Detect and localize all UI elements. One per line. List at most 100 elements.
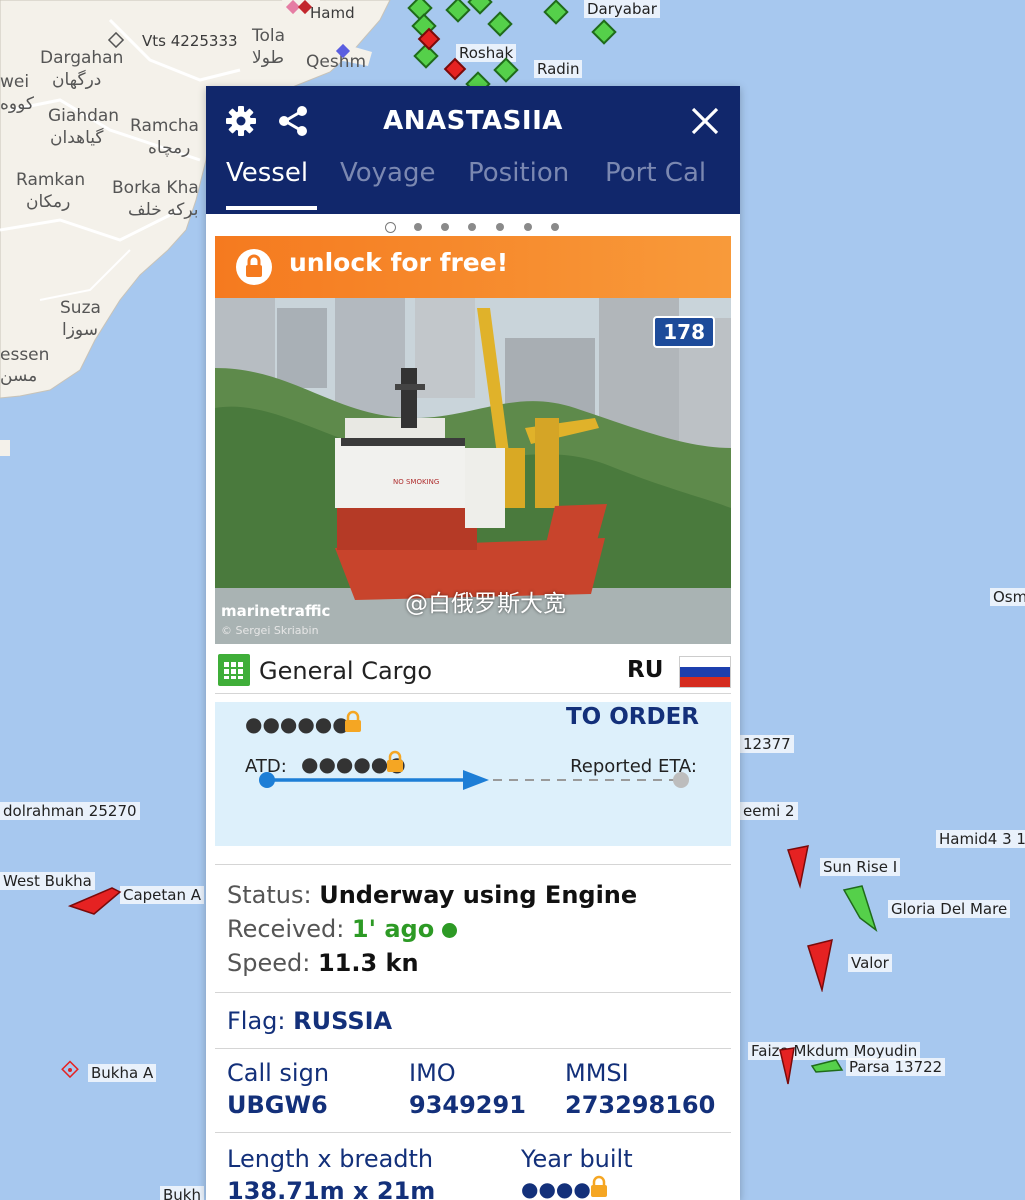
online-status-icon [441, 922, 457, 938]
map-label-ramcha: Ramcha [130, 116, 199, 136]
map-label-essen-fa: مسن [0, 366, 38, 386]
received-label: Received: [227, 915, 345, 943]
length-breadth-value: 138.71m x 21m [227, 1177, 436, 1200]
map-label-borka: Borka Kha [112, 178, 199, 198]
vessel-marker-valor[interactable] [804, 938, 838, 992]
active-tab-indicator [226, 206, 317, 210]
map-label-giahdan: Giahdan [48, 106, 120, 126]
speed-row: Speed: 11.3 kn [227, 949, 419, 977]
flag-row: Flag: RUSSIA [227, 1007, 392, 1035]
tab-voyage[interactable]: Voyage [340, 158, 436, 188]
panel-header: ANASTASIIA Vessel Voyage Position Port C… [206, 86, 740, 214]
photo-brand: marinetraffic [221, 602, 331, 620]
carousel-dot[interactable] [414, 223, 422, 231]
voyage-summary[interactable]: ●●●●●● TO ORDER ATD: ●●●●●● Reported ETA… [215, 702, 731, 846]
vessel-label-capetan[interactable]: Capetan A [120, 886, 205, 904]
carousel-dots [206, 220, 740, 234]
vessel-label-12377[interactable]: 12377 [740, 735, 794, 753]
photo-credit: © Sergei Skriabin [221, 624, 319, 637]
vessel-photo[interactable]: NO SMOKING 178 marinetraffic © Sergei Sk… [215, 298, 731, 644]
departure-port-masked: ●●●●●● [245, 712, 350, 736]
tab-port-calls[interactable]: Port Cal [605, 158, 706, 188]
voyage-progress [259, 770, 689, 790]
map-label-vts: Vts 4225333 [142, 32, 238, 50]
status-label: Status: [227, 881, 312, 909]
map-label-giahdan-fa: گیاهدان [50, 128, 104, 148]
speed-label: Speed: [227, 949, 311, 977]
vessel-label-hamid4[interactable]: Hamid4 3 1 [936, 830, 1025, 848]
vessel-marker-gloria[interactable] [840, 884, 880, 934]
vessel-label-parsa[interactable]: Parsa 13722 [846, 1058, 946, 1076]
identifiers-section: Call sign UBGW6 IMO 9349291 MMSI 2732981… [215, 1048, 731, 1132]
vessel-label-gloria[interactable]: Gloria Del Mare [888, 900, 1011, 918]
carousel-dot[interactable] [441, 223, 449, 231]
carousel-dot[interactable] [385, 222, 396, 233]
lock-icon[interactable] [343, 710, 363, 738]
vessel-label-bukh[interactable]: Bukh [160, 1186, 204, 1200]
mmsi-value: 273298160 [565, 1091, 716, 1119]
vessel-label-sunrise[interactable]: Sun Rise I [820, 858, 901, 876]
lock-icon[interactable] [589, 1175, 609, 1200]
map-label-wei-fa: کووه [0, 94, 34, 114]
photo-watermark: @白俄罗斯大宽 [405, 591, 566, 617]
tab-vessel[interactable]: Vessel [226, 158, 308, 188]
vessel-label-osm[interactable]: Osm [990, 588, 1025, 606]
vessel-label-eemi2[interactable]: eemi 2 [740, 802, 798, 820]
received-value: 1' ago [351, 915, 435, 943]
status-section: Status: Underway using Engine Received: … [215, 864, 731, 994]
map-label-tola: Tola [252, 26, 286, 46]
vessel-type-row: General Cargo RU [215, 644, 731, 694]
flag-russia-icon [679, 656, 731, 688]
vessel-markers-north[interactable] [406, 0, 646, 96]
vessel-label-valor[interactable]: Valor [848, 954, 892, 972]
map-label-dargahan-fa: درگهان [52, 70, 102, 90]
dimensions-section: Length x breadth 138.71m x 21m Year buil… [215, 1132, 731, 1200]
map-label-wei: wei [0, 72, 30, 92]
carousel-dot[interactable] [551, 223, 559, 231]
flag-section: Flag: RUSSIA [215, 992, 731, 1048]
destination-label: TO ORDER [565, 704, 699, 730]
imo-value: 9349291 [409, 1091, 526, 1119]
map-label-ramkan: Ramkan [16, 170, 86, 190]
carousel-dot[interactable] [496, 223, 504, 231]
vessel-type-label: General Cargo [259, 657, 433, 685]
map-label-essen: essen [0, 345, 50, 365]
length-breadth-label: Length x breadth [227, 1145, 434, 1173]
call-sign-value: UBGW6 [227, 1091, 328, 1119]
map-label-ramcha-fa: رمچاه [148, 138, 191, 158]
status-row: Status: Underway using Engine [227, 881, 637, 909]
unlock-banner[interactable]: unlock for free! [215, 236, 731, 298]
carousel-dot[interactable] [524, 223, 532, 231]
vessel-label-dolrahman[interactable]: dolrahman 25270 [0, 802, 140, 820]
vessel-marker-vts[interactable] [108, 32, 128, 52]
photo-hull-text: NO SMOKING [393, 478, 439, 486]
vessel-name-title: ANASTASIIA [383, 106, 563, 136]
status-value: Underway using Engine [319, 881, 638, 909]
year-built-masked: ●●●● [521, 1177, 591, 1200]
map-label-ramkan-fa: رمکان [26, 192, 71, 212]
map-label-suza-fa: سوزا [62, 320, 98, 340]
tab-position[interactable]: Position [468, 158, 569, 188]
close-icon[interactable] [690, 106, 720, 140]
year-built-label: Year built [521, 1145, 633, 1173]
carousel-dot[interactable] [468, 223, 476, 231]
mmsi-label: MMSI [565, 1059, 629, 1087]
vessel-markers-qeshm[interactable] [282, 0, 352, 66]
received-row: Received: 1' ago [227, 915, 457, 943]
flag-label: Flag: [227, 1007, 286, 1035]
imo-label: IMO [409, 1059, 456, 1087]
lock-icon [235, 248, 273, 290]
vessel-marker-sunrise[interactable] [784, 844, 814, 890]
flag-value: RUSSIA [293, 1007, 393, 1035]
photo-count-badge[interactable]: 178 [653, 316, 715, 348]
cargo-type-icon [218, 654, 250, 686]
call-sign-label: Call sign [227, 1059, 330, 1087]
vessel-marker-bukha-a[interactable] [60, 1060, 82, 1082]
vessel-info-panel: ANASTASIIA Vessel Voyage Position Port C… [206, 86, 740, 1200]
vessel-label-bukha-a[interactable]: Bukha A [88, 1064, 157, 1082]
vessel-marker-capetan[interactable] [64, 884, 124, 920]
speed-value: 11.3 kn [317, 949, 419, 977]
vessel-marker-faize[interactable] [776, 1044, 846, 1088]
unlock-label[interactable]: unlock for free! [289, 248, 508, 277]
map-label-borka-fa: برکه خلف [128, 200, 199, 220]
